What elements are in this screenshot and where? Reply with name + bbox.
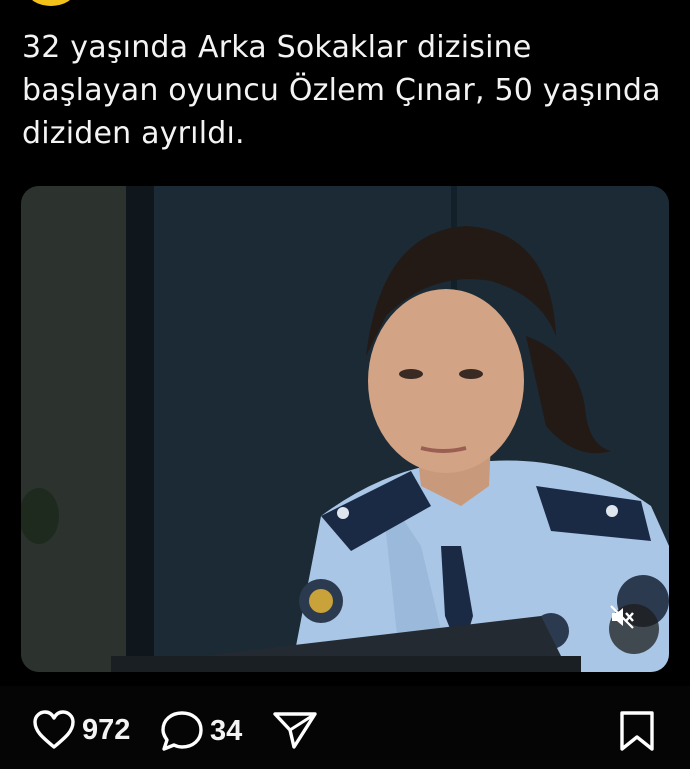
send-icon (273, 712, 317, 749)
share-button[interactable] (272, 710, 318, 750)
comment-bubble-icon (161, 711, 203, 751)
video-frame (21, 186, 669, 672)
like-button[interactable]: 972 (32, 710, 130, 750)
action-bar: 972 34 (0, 686, 690, 769)
mute-button[interactable] (609, 604, 659, 654)
like-count: 972 (82, 713, 131, 746)
speaker-muted-icon (610, 605, 634, 629)
comment-button[interactable]: 34 (160, 710, 242, 752)
post-caption: 32 yaşında Arka Sokaklar dizisine başlay… (22, 30, 661, 151)
bookmark-icon (620, 711, 654, 751)
save-button[interactable] (618, 710, 656, 752)
avatar[interactable] (28, 0, 74, 6)
heart-icon (33, 710, 75, 749)
comment-count: 34 (210, 714, 243, 747)
post-video[interactable] (21, 186, 669, 672)
